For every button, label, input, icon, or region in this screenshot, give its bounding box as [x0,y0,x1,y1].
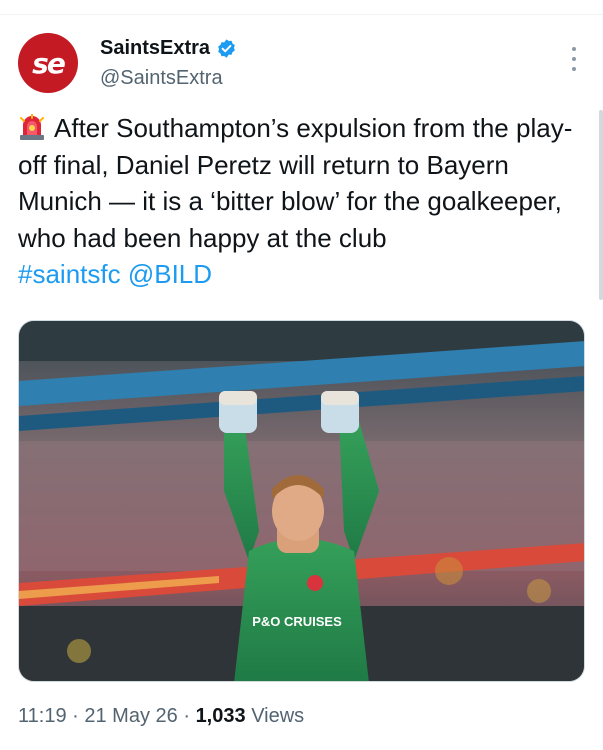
top-divider [0,14,603,15]
meta-separator: · [72,705,79,727]
tweet-photo[interactable]: P&O CRUISES [18,320,585,682]
siren-icon [18,113,46,140]
more-options-icon[interactable] [564,47,584,71]
hashtag-link[interactable]: #saintsfc [18,259,121,289]
avatar[interactable]: se [18,33,78,93]
views-count[interactable]: 1,033 [196,705,246,727]
author-names: SaintsExtra @SaintsExtra [100,35,237,90]
tweet-text: After Southampton’s expulsion from the p… [18,110,583,293]
mention-link[interactable]: @BILD [128,259,212,289]
tweet-meta: 11:19 · 21 May 26 · 1,033 Views [18,705,304,728]
tweet-body: After Southampton’s expulsion from the p… [18,113,573,253]
avatar-text: se [32,46,66,80]
shirt-sponsor-text: P&O CRUISES [252,614,342,629]
tweet-time[interactable]: 11:19 [18,705,67,727]
scrollbar[interactable] [599,110,603,300]
author-handle[interactable]: @SaintsExtra [100,67,237,90]
tweet-date[interactable]: 21 May 26 [84,705,177,727]
name-row: SaintsExtra [100,35,237,61]
meta-separator: · [183,705,190,727]
display-name[interactable]: SaintsExtra [100,37,210,60]
views-label: Views [251,705,305,727]
tweet-header: se SaintsExtra @SaintsExtra [18,33,588,93]
verified-badge-icon [216,38,237,59]
